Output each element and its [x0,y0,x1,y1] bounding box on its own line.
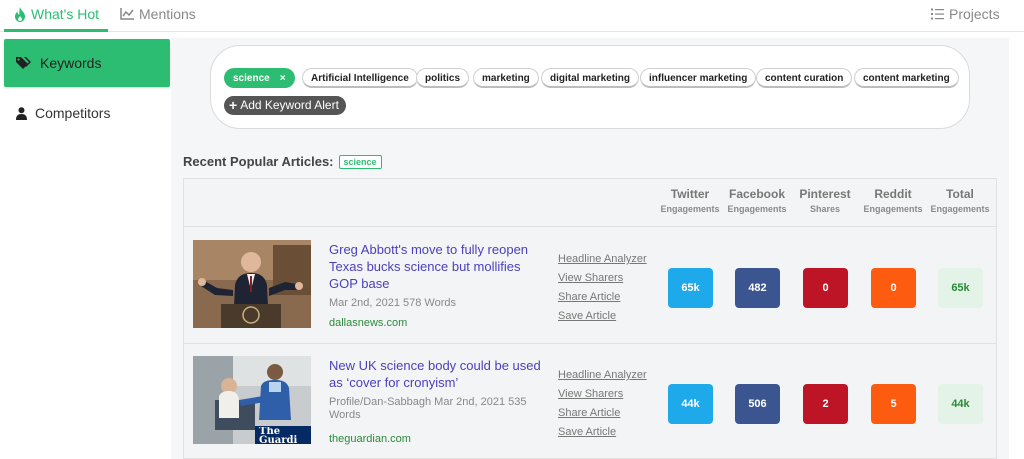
column-header-bottom: Engagements [930,204,990,214]
facebook-engagements-badge[interactable]: 506 [735,384,780,424]
article-domain[interactable]: theguardian.com [329,433,411,445]
column-header-facebook: Facebook Engagements [723,187,791,214]
column-header-reddit: Reddit Engagements [859,187,927,214]
pinterest-shares-badge[interactable]: 2 [803,384,848,424]
recent-articles-heading: Recent Popular Articles: science [183,154,382,169]
table-row: Greg Abbott's move to fully reopen Texas… [184,228,996,344]
recent-articles-title: Recent Popular Articles: [183,154,334,169]
guardian-logo: The Guardi [259,427,298,444]
article-thumbnail[interactable] [193,240,311,328]
column-header-bottom: Engagements [660,204,720,214]
article-domain[interactable]: dallasnews.com [329,317,407,329]
reddit-engagements-badge[interactable]: 0 [871,268,916,308]
keyword-box: science × Artificial Intelligence politic… [210,45,970,129]
article-title-link[interactable]: New UK science body could be used as ‘co… [329,357,544,391]
close-icon[interactable]: × [280,73,286,84]
tab-projects[interactable]: Projects [931,6,1000,22]
column-header-top: Total [946,187,974,201]
column-header-top: Twitter [670,187,710,201]
save-article-link[interactable]: Save Article [558,423,647,442]
keyword-chip-politics[interactable]: politics [416,68,470,88]
column-header-top: Facebook [728,187,785,201]
twitter-engagements-badge[interactable]: 65k [668,268,713,308]
headline-analyzer-link[interactable]: Headline Analyzer [558,366,647,385]
tab-projects-label: Projects [949,6,1000,22]
main-panel: science × Artificial Intelligence politic… [171,38,1009,459]
share-article-link[interactable]: Share Article [558,288,647,307]
share-article-link[interactable]: Share Article [558,404,647,423]
keyword-chip-science[interactable]: science × [224,68,295,88]
keyword-tag: science [338,154,382,169]
total-engagements-badge: 44k [938,384,983,424]
total-engagements-badge: 65k [938,268,983,308]
tag-icon [16,57,31,69]
article-actions: Headline Analyzer View Sharers Share Art… [558,250,647,326]
pinterest-shares-badge[interactable]: 0 [803,268,848,308]
top-nav: What's Hot Mentions Projects [0,0,1024,32]
article-thumbnail[interactable]: The Guardi [193,356,311,444]
twitter-engagements-badge[interactable]: 44k [668,384,713,424]
column-header-top: Reddit [874,187,912,201]
view-sharers-link[interactable]: View Sharers [558,269,647,288]
keyword-chip-content-marketing[interactable]: content marketing [854,68,959,88]
article-title-link[interactable]: Greg Abbott's move to fully reopen Texas… [329,241,544,292]
sidebar-item-keywords[interactable]: Keywords [4,39,170,87]
keyword-chip-artificial-intelligence[interactable]: Artificial Intelligence [302,68,418,88]
keyword-chip-label: politics [425,73,461,84]
keyword-chip-label: content curation [765,73,844,84]
keyword-chip-influencer-marketing[interactable]: influencer marketing [640,68,757,88]
keyword-chip-digital-marketing[interactable]: digital marketing [541,68,640,88]
column-header-top: Pinterest [799,187,851,201]
keyword-chip-label: influencer marketing [649,73,748,84]
column-header-twitter: Twitter Engagements [656,187,724,214]
article-meta: Mar 2nd, 2021 578 Words [329,297,456,309]
press-conference-image [193,240,311,328]
active-tab-underline [4,29,108,32]
line-chart-icon [120,8,134,20]
table-header: Twitter Engagements Facebook Engagements… [184,179,996,227]
sidebar-item-label: Competitors [35,105,111,121]
tab-whats-hot[interactable]: What's Hot [14,6,99,22]
column-header-bottom: Engagements [727,204,787,214]
add-keyword-alert-button[interactable]: + Add Keyword Alert [224,96,346,115]
headline-analyzer-link[interactable]: Headline Analyzer [558,250,647,269]
article-actions: Headline Analyzer View Sharers Share Art… [558,366,647,442]
sidebar-item-label: Keywords [40,55,102,71]
keyword-chip-label: Artificial Intelligence [311,73,409,84]
tab-mentions-label: Mentions [139,6,196,22]
list-icon [931,8,944,20]
keyword-chip-label: digital marketing [550,73,631,84]
save-article-link[interactable]: Save Article [558,307,647,326]
view-sharers-link[interactable]: View Sharers [558,385,647,404]
add-keyword-alert-label: Add Keyword Alert [240,98,339,112]
article-meta: Profile/Dan-Sabbagh Mar 2nd, 2021 535 Wo… [329,396,527,421]
keyword-chip-label: content marketing [863,73,950,84]
tab-mentions[interactable]: Mentions [120,6,196,22]
column-header-total: Total Engagements [926,187,994,214]
articles-table: Twitter Engagements Facebook Engagements… [183,178,997,459]
sidebar-item-competitors[interactable]: Competitors [4,89,170,137]
user-icon [16,106,27,120]
column-header-bottom: Shares [809,204,841,214]
plus-icon: + [229,97,238,113]
reddit-engagements-badge[interactable]: 5 [871,384,916,424]
flame-icon [15,6,25,22]
tab-whats-hot-label: What's Hot [31,6,100,22]
column-header-bottom: Engagements [863,204,923,214]
facebook-engagements-badge[interactable]: 482 [735,268,780,308]
keyword-chip-label: marketing [482,73,530,84]
keyword-chip-marketing[interactable]: marketing [473,68,539,88]
column-header-pinterest: Pinterest Shares [791,187,859,214]
keyword-chip-label: science [233,73,270,84]
keyword-chip-content-curation[interactable]: content curation [756,68,853,88]
table-row: The Guardi New UK science body could be … [184,344,996,459]
